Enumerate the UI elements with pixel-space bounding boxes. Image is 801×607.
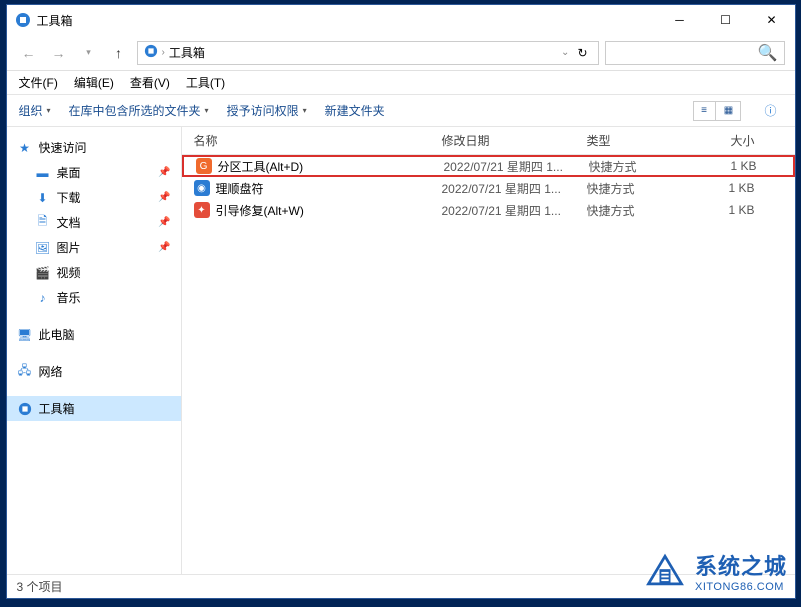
sidebar-item-documents[interactable]: 🗎文档📌 [7, 210, 181, 235]
explorer-window: 工具箱 ─ ☐ ✕ ← → ▾ ↑ › 工具箱 ⌄ ↻ 🔍 文件(F) 编辑(E… [6, 4, 796, 599]
refresh-button[interactable]: ↻ [577, 46, 587, 60]
view-details-icon[interactable]: ≡ [694, 102, 716, 120]
sidebar-item-thispc[interactable]: 🖥此电脑 [7, 322, 181, 347]
chevron-right-icon: › [162, 47, 165, 58]
address-bar: ← → ▾ ↑ › 工具箱 ⌄ ↻ 🔍 [7, 35, 795, 71]
grant-access-button[interactable]: 授予访问权限▾ [227, 102, 307, 119]
quick-access-header[interactable]: ★ 快速访问 [7, 135, 181, 160]
minimize-button[interactable]: ─ [657, 5, 703, 35]
recent-dropdown[interactable]: ▾ [77, 41, 101, 65]
file-list: G分区工具(Alt+D) 2022/07/21 星期四 1... 快捷方式 1 … [182, 155, 795, 574]
watermark-title: 系统之城 [695, 549, 787, 581]
watermark-logo-icon [643, 549, 687, 593]
sidebar-item-toolbox[interactable]: 工具箱 [7, 396, 181, 421]
file-icon: ◉ [194, 180, 210, 196]
close-button[interactable]: ✕ [749, 5, 795, 35]
help-button[interactable]: ⓘ [759, 102, 783, 119]
pin-icon: 📌 [158, 242, 170, 253]
column-headers: 名称 修改日期 类型 大小 [182, 127, 795, 155]
document-icon: 🗎 [35, 215, 51, 231]
window-controls: ─ ☐ ✕ [657, 5, 795, 35]
pictures-icon: 🖼 [35, 240, 51, 256]
watermark-url: XITONG86.COM [695, 581, 787, 593]
sidebar-item-desktop[interactable]: ▬桌面📌 [7, 160, 181, 185]
column-date[interactable]: 修改日期 [442, 132, 587, 149]
menu-view[interactable]: 查看(V) [130, 74, 170, 91]
sidebar-item-network[interactable]: 🖧网络 [7, 359, 181, 384]
organize-button[interactable]: 组织▾ [19, 102, 51, 119]
star-icon: ★ [17, 140, 33, 156]
desktop-icon: ▬ [35, 165, 51, 181]
new-folder-button[interactable]: 新建文件夹 [325, 102, 385, 119]
pin-icon: 📌 [158, 192, 170, 203]
sidebar-item-music[interactable]: ♪音乐 [7, 285, 181, 310]
menu-bar: 文件(F) 编辑(E) 查看(V) 工具(T) [7, 71, 795, 95]
network-icon: 🖧 [17, 364, 33, 380]
nav-sidebar: ★ 快速访问 ▬桌面📌 ⬇下载📌 🗎文档📌 🖼图片📌 🎬视频 ♪音乐 🖥此电脑 … [7, 127, 182, 574]
file-icon: G [196, 158, 212, 174]
watermark: 系统之城 XITONG86.COM [643, 549, 787, 593]
forward-button[interactable]: → [47, 41, 71, 65]
sidebar-item-downloads[interactable]: ⬇下载📌 [7, 185, 181, 210]
menu-tools[interactable]: 工具(T) [186, 74, 225, 91]
pin-icon: 📌 [158, 167, 170, 178]
column-name[interactable]: 名称 [182, 132, 442, 149]
menu-file[interactable]: 文件(F) [19, 74, 58, 91]
include-library-button[interactable]: 在库中包含所选的文件夹▾ [69, 102, 209, 119]
file-row[interactable]: G分区工具(Alt+D) 2022/07/21 星期四 1... 快捷方式 1 … [182, 155, 795, 177]
window-title: 工具箱 [37, 12, 657, 29]
download-icon: ⬇ [35, 190, 51, 206]
pin-icon: 📌 [158, 217, 170, 228]
menu-edit[interactable]: 编辑(E) [74, 74, 114, 91]
chevron-down-icon[interactable]: ⌄ [561, 47, 569, 58]
breadcrumb-item[interactable]: 工具箱 [169, 44, 205, 61]
window-icon [15, 12, 31, 28]
breadcrumb-root-icon [144, 44, 158, 61]
file-row[interactable]: ✦引导修复(Alt+W) 2022/07/21 星期四 1... 快捷方式 1 … [182, 199, 795, 221]
file-row[interactable]: ◉理顺盘符 2022/07/21 星期四 1... 快捷方式 1 KB [182, 177, 795, 199]
column-size[interactable]: 大小 [697, 132, 767, 149]
video-icon: 🎬 [35, 265, 51, 281]
body: ★ 快速访问 ▬桌面📌 ⬇下载📌 🗎文档📌 🖼图片📌 🎬视频 ♪音乐 🖥此电脑 … [7, 127, 795, 574]
column-type[interactable]: 类型 [587, 132, 697, 149]
titlebar: 工具箱 ─ ☐ ✕ [7, 5, 795, 35]
music-icon: ♪ [35, 290, 51, 306]
view-tiles-icon[interactable]: ▦ [718, 102, 740, 120]
item-count: 3 个项目 [17, 578, 63, 595]
file-pane: 名称 修改日期 类型 大小 G分区工具(Alt+D) 2022/07/21 星期… [182, 127, 795, 574]
sidebar-item-videos[interactable]: 🎬视频 [7, 260, 181, 285]
sidebar-item-pictures[interactable]: 🖼图片📌 [7, 235, 181, 260]
back-button[interactable]: ← [17, 41, 41, 65]
computer-icon: 🖥 [17, 327, 33, 343]
toolbox-icon [17, 401, 33, 417]
search-icon: 🔍 [758, 43, 778, 63]
view-mode-switch[interactable]: ≡ ▦ [693, 101, 741, 121]
search-input[interactable]: 🔍 [605, 41, 785, 65]
toolbar: 组织▾ 在库中包含所选的文件夹▾ 授予访问权限▾ 新建文件夹 ≡ ▦ ⓘ [7, 95, 795, 127]
breadcrumb[interactable]: › 工具箱 ⌄ ↻ [137, 41, 599, 65]
file-icon: ✦ [194, 202, 210, 218]
up-button[interactable]: ↑ [107, 41, 131, 65]
maximize-button[interactable]: ☐ [703, 5, 749, 35]
